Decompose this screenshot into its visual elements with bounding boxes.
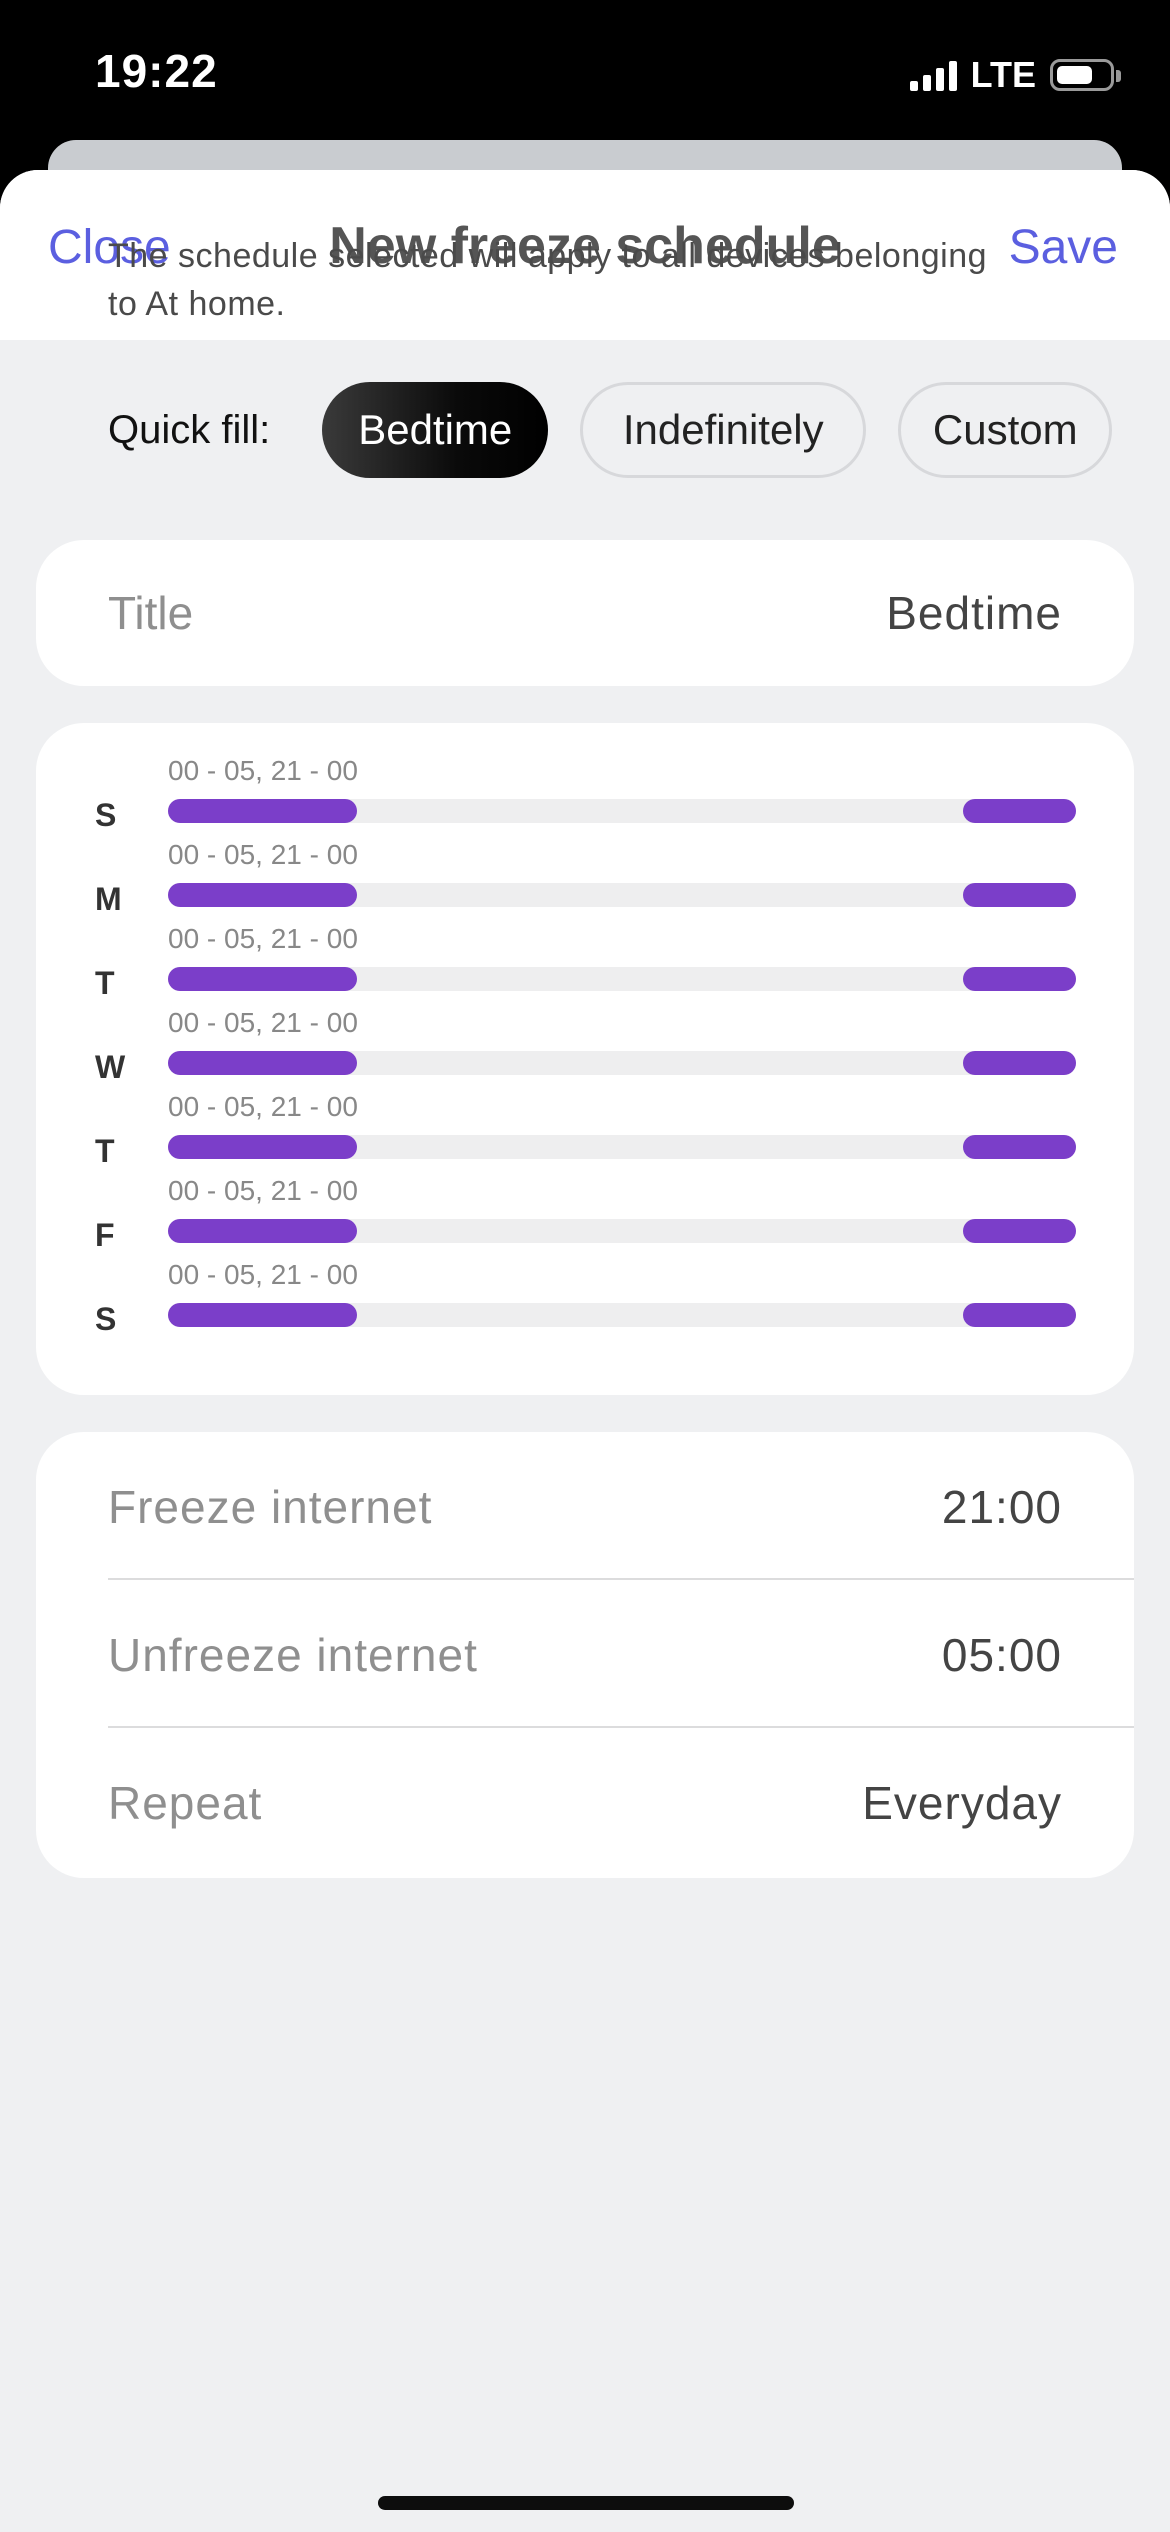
schedule-day-row: 00 - 05, 21 - 00 S [36, 751, 1134, 835]
frozen-period-bar [962, 1135, 1076, 1159]
frozen-period-bar [962, 1303, 1076, 1327]
settings-card: Freeze internet 21:00 Unfreeze internet … [36, 1432, 1134, 1878]
weekly-schedule-card: 00 - 05, 21 - 00 S 00 - 05, 21 - 00 M 00 - 0… [36, 723, 1134, 1395]
day-timeline-track [168, 1303, 1076, 1327]
freeze-internet-row[interactable]: Freeze internet 21:00 [108, 1432, 1134, 1580]
frozen-period-bar [168, 967, 358, 991]
frozen-period-bar [168, 1303, 358, 1327]
day-timeline-track [168, 967, 1076, 991]
quick-fill-bar: Quick fill: Bedtime Indefinitely Custom [108, 382, 1170, 478]
battery-icon [1050, 59, 1121, 91]
day-time-range: 00 - 05, 21 - 00 [168, 1175, 358, 1206]
schedule-day-row: 00 - 05, 21 - 00 M [36, 835, 1134, 919]
day-letter: S [95, 797, 117, 833]
frozen-period-bar [168, 883, 358, 907]
day-timeline-track [168, 883, 1076, 907]
day-timeline-track [168, 1219, 1076, 1243]
quick-fill-bedtime-button[interactable]: Bedtime [322, 382, 549, 478]
day-time-range: 00 - 05, 21 - 00 [168, 1007, 358, 1038]
network-type: LTE [970, 54, 1036, 95]
day-letter: T [95, 1133, 115, 1169]
frozen-period-bar [168, 799, 358, 823]
frozen-period-bar [962, 1051, 1076, 1075]
repeat-value: Everyday [862, 1777, 1062, 1829]
schedule-day-row: 00 - 05, 21 - 00 T [36, 919, 1134, 1003]
quick-fill-label: Quick fill: [108, 407, 271, 452]
schedule-day-row: 00 - 05, 21 - 00 W [36, 1003, 1134, 1087]
frozen-period-bar [168, 1051, 358, 1075]
day-time-range: 00 - 05, 21 - 00 [168, 839, 358, 870]
day-timeline-track [168, 799, 1076, 823]
repeat-label: Repeat [108, 1777, 263, 1829]
unfreeze-internet-label: Unfreeze internet [108, 1629, 478, 1681]
home-indicator [378, 2496, 794, 2510]
status-indicators: LTE [909, 54, 1121, 96]
title-value: Bedtime [886, 587, 1062, 639]
quick-fill-indefinitely-button[interactable]: Indefinitely [580, 382, 867, 478]
title-field[interactable]: Title Bedtime [36, 540, 1134, 686]
day-timeline-track [168, 1135, 1076, 1159]
schedule-day-row: 00 - 05, 21 - 00 S [36, 1255, 1134, 1339]
freeze-internet-value: 21:00 [941, 1481, 1062, 1533]
unfreeze-internet-row[interactable]: Unfreeze internet 05:00 [108, 1580, 1134, 1728]
save-button[interactable]: Save [1009, 220, 1118, 275]
schedule-day-row: 00 - 05, 21 - 00 F [36, 1171, 1134, 1255]
day-letter: M [95, 881, 122, 917]
status-time: 19:22 [95, 45, 218, 97]
frozen-period-bar [168, 1219, 358, 1243]
unfreeze-internet-value: 05:00 [941, 1629, 1062, 1681]
quick-fill-custom-button[interactable]: Custom [898, 382, 1113, 478]
day-time-range: 00 - 05, 21 - 00 [168, 1259, 358, 1290]
repeat-row[interactable]: Repeat Everyday [108, 1728, 1134, 1876]
day-letter: S [95, 1301, 117, 1337]
frozen-period-bar [168, 1135, 358, 1159]
cellular-signal-icon [909, 59, 957, 91]
frozen-period-bar [962, 883, 1076, 907]
frozen-period-bar [962, 967, 1076, 991]
day-letter: F [95, 1217, 115, 1253]
schedule-description: The schedule selected will apply to all … [108, 237, 988, 323]
frozen-period-bar [962, 799, 1076, 823]
frozen-period-bar [962, 1219, 1076, 1243]
day-time-range: 00 - 05, 21 - 00 [168, 1091, 358, 1122]
day-time-range: 00 - 05, 21 - 00 [168, 923, 358, 954]
title-label: Title [108, 587, 194, 639]
day-timeline-track [168, 1051, 1076, 1075]
day-time-range: 00 - 05, 21 - 00 [168, 755, 358, 786]
freeze-internet-label: Freeze internet [108, 1481, 433, 1533]
day-letter: W [95, 1049, 126, 1085]
status-bar: 19:22 LTE [0, 0, 1170, 150]
day-letter: T [95, 965, 115, 1001]
schedule-day-row: 00 - 05, 21 - 00 T [36, 1087, 1134, 1171]
